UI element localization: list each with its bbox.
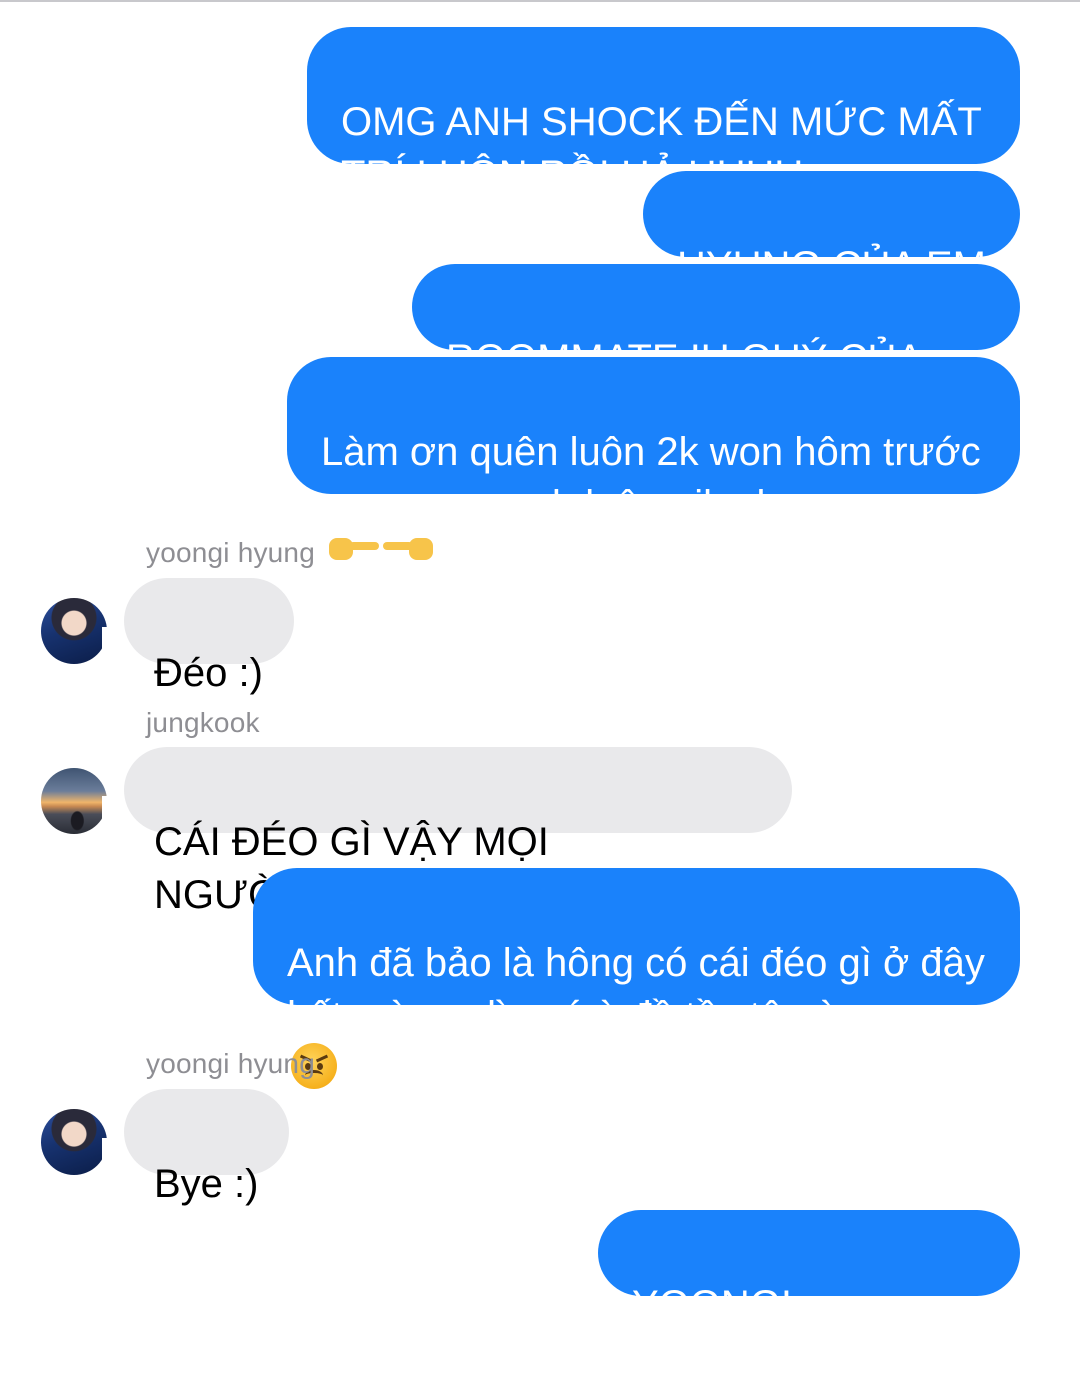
outgoing-message[interactable]: Làm ơn quên luôn 2k won hôm trước em mượ… (287, 357, 1042, 560)
incoming-message[interactable]: Đéo :) (102, 578, 294, 695)
message-text-line-1: Làm ơn quên luôn 2k won hôm trước em mượ… (321, 430, 981, 527)
sender-name: jungkook (146, 707, 260, 738)
message-text: Anh đã bảo là hông có cái đéo gì ở đây h… (287, 941, 985, 1038)
outgoing-message[interactable]: YOONGI HYUNG!!!! (598, 1210, 1042, 1380)
outgoing-message[interactable]: ROOMMATE IU QUÝ CỦA EM (412, 264, 1020, 434)
incoming-message[interactable]: CÁI ĐÉO GÌ VẬY MỌI NGƯỜI???? (102, 747, 792, 917)
fingers-pointing-emoji (329, 532, 433, 564)
top-divider (0, 0, 1080, 2)
outgoing-message[interactable]: Anh đã bảo là hông có cái đéo gì ở đây h… (253, 868, 1042, 1089)
avatar-yoongi[interactable] (41, 598, 107, 664)
avatar-yoongi[interactable] (41, 1109, 107, 1175)
message-text: Bye :) (154, 1162, 259, 1206)
message-text: Đéo :) (154, 651, 263, 695)
incoming-message[interactable]: Bye :) (102, 1089, 289, 1206)
outgoing-message[interactable]: HYUNG CỦA EM (643, 171, 1020, 288)
message-text: YOONGI HYUNG!!!! (632, 1283, 821, 1380)
avatar-jungkook[interactable] (41, 768, 107, 834)
outgoing-message[interactable]: OMG ANH SHOCK ĐẾN MỨC MẤT TRÍ LUÔN RỒI H… (307, 27, 1020, 197)
sender-name: yoongi hyung (146, 537, 315, 568)
sender-name: yoongi hyung (146, 1048, 315, 1079)
